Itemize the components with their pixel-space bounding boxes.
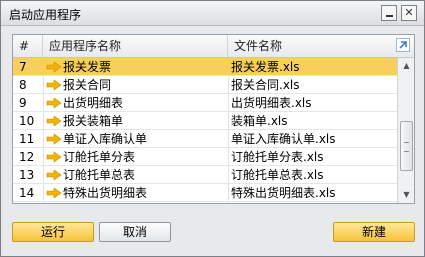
row-file-name: 出货明细表.xls bbox=[231, 96, 312, 110]
row-app-name: 特殊出货明细表 bbox=[63, 186, 148, 200]
table-row[interactable]: 12 订舱托单分表 订舱托单分表.xls bbox=[13, 148, 397, 166]
row-file-name: 单证入库确认单.xls bbox=[231, 132, 336, 146]
table-row[interactable]: 11 单证入库确认单 单证入库确认单.xls bbox=[13, 130, 397, 148]
scroll-up-icon[interactable]: ▲ bbox=[399, 59, 414, 73]
column-header-file[interactable]: 文件名称 bbox=[228, 35, 398, 57]
row-file-name: 订舱托单总表.xls bbox=[231, 168, 324, 182]
expand-link-icon[interactable] bbox=[396, 38, 410, 52]
right-arrow-icon[interactable] bbox=[46, 79, 62, 91]
row-index: 7 bbox=[19, 60, 27, 74]
row-app-name: 报关装箱单 bbox=[63, 114, 124, 128]
row-index: 10 bbox=[19, 114, 35, 128]
table-row[interactable]: 9 出货明细表 出货明细表.xls bbox=[13, 94, 397, 112]
row-index: 13 bbox=[19, 168, 35, 182]
right-arrow-icon[interactable] bbox=[46, 151, 62, 163]
table-row[interactable]: 8 报关合同 报关合同.xls bbox=[13, 76, 397, 94]
table-row[interactable]: 10 报关装箱单 装箱单.xls bbox=[13, 112, 397, 130]
row-file-name: 报关发票.xls bbox=[231, 60, 300, 74]
row-app-name: 单证入库确认单 bbox=[63, 132, 148, 146]
right-arrow-icon[interactable] bbox=[46, 133, 62, 145]
applications-table: # 应用程序名称 文件名称 7 报关发票 报关发票.xls 8 报关合同 报关合… bbox=[12, 34, 415, 204]
minimize-icon bbox=[385, 15, 393, 17]
right-arrow-icon[interactable] bbox=[46, 187, 62, 199]
window-title: 启动应用程序 bbox=[9, 8, 82, 22]
row-index: 11 bbox=[19, 132, 35, 146]
row-app-name: 出货明细表 bbox=[63, 96, 124, 110]
table-row[interactable]: 13 订舱托单总表 订舱托单总表.xls bbox=[13, 166, 397, 184]
row-app-name: 订舱托单分表 bbox=[63, 150, 136, 164]
row-index: 12 bbox=[19, 150, 35, 164]
row-file-name: 特殊出货明细表.xls bbox=[231, 186, 336, 200]
close-icon: ✕ bbox=[404, 6, 414, 19]
minimize-button[interactable] bbox=[381, 5, 397, 21]
start-application-window: 启动应用程序 ✕ # 应用程序名称 文件名称 7 报关发票 报关发票.xls 8 bbox=[0, 0, 425, 257]
cancel-button[interactable]: 取消 bbox=[99, 222, 171, 242]
column-header-name[interactable]: 应用程序名称 bbox=[43, 35, 228, 57]
row-index: 9 bbox=[19, 96, 27, 110]
table-row[interactable]: 7 报关发票 报关发票.xls bbox=[13, 58, 397, 76]
row-index: 14 bbox=[19, 186, 35, 200]
table-body: 7 报关发票 报关发票.xls 8 报关合同 报关合同.xls 9 出货明细表 … bbox=[13, 58, 397, 202]
scrollbar-thumb[interactable] bbox=[400, 121, 413, 171]
row-file-name: 报关合同.xls bbox=[231, 78, 300, 92]
right-arrow-icon[interactable] bbox=[46, 169, 62, 181]
run-button[interactable]: 运行 bbox=[12, 222, 94, 242]
table-header: # 应用程序名称 文件名称 bbox=[13, 35, 414, 58]
row-file-name: 订舱托单分表.xls bbox=[231, 150, 324, 164]
new-button[interactable]: 新建 bbox=[333, 222, 415, 242]
row-app-name: 报关合同 bbox=[63, 78, 112, 92]
vertical-scrollbar[interactable]: ▲ ▼ bbox=[397, 58, 414, 203]
row-index: 8 bbox=[19, 78, 27, 92]
close-button[interactable]: ✕ bbox=[401, 5, 417, 21]
right-arrow-icon[interactable] bbox=[46, 97, 62, 109]
right-arrow-icon[interactable] bbox=[46, 61, 62, 73]
row-app-name: 订舱托单总表 bbox=[63, 168, 136, 182]
right-arrow-icon[interactable] bbox=[46, 115, 62, 127]
row-app-name: 报关发票 bbox=[63, 60, 112, 74]
row-file-name: 装箱单.xls bbox=[231, 114, 288, 128]
title-bar: 启动应用程序 ✕ bbox=[1, 1, 424, 26]
table-row[interactable]: 14 特殊出货明细表 特殊出货明细表.xls bbox=[13, 184, 397, 202]
scroll-down-icon[interactable]: ▼ bbox=[399, 188, 414, 202]
column-header-index[interactable]: # bbox=[13, 35, 43, 57]
